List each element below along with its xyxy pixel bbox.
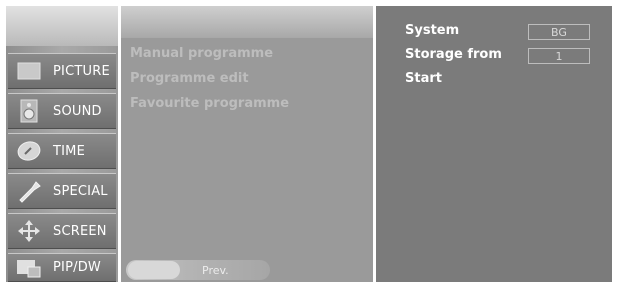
prev-button-knob [128, 261, 180, 279]
sidebar-item-special[interactable]: SPECIAL [8, 173, 116, 209]
system-value-field[interactable]: BG [528, 24, 590, 40]
sidebar-item-label: PIP/DW [53, 260, 101, 275]
time-icon [15, 137, 43, 165]
sidebar-item-label: SOUND [53, 103, 102, 119]
sidebar-item-label: PICTURE [53, 63, 110, 79]
storage-from-label: Storage from [405, 47, 502, 62]
sidebar-header [6, 6, 118, 46]
tv-osd-screen: PICTURE SOUND TIME SPECIAL SCREEN PIP/DW… [0, 0, 618, 284]
sidebar-item-time[interactable]: TIME [8, 133, 116, 169]
prev-button[interactable]: Prev. [126, 260, 270, 280]
sound-icon [15, 97, 43, 125]
menu-panel: Manual programme Programme edit Favourit… [121, 6, 373, 282]
start-button[interactable]: Start [405, 71, 442, 86]
sidebar-item-picture[interactable]: PICTURE [8, 53, 116, 89]
picture-icon [15, 57, 43, 85]
menu-item-manual-programme[interactable]: Manual programme [130, 46, 273, 61]
screen-icon [15, 217, 43, 245]
menu-header [121, 6, 373, 38]
sidebar: PICTURE SOUND TIME SPECIAL SCREEN PIP/DW [6, 6, 118, 282]
special-icon [15, 177, 43, 205]
sidebar-item-pip[interactable]: PIP/DW [8, 253, 116, 282]
sidebar-item-label: SCREEN [53, 223, 107, 239]
pip-icon [15, 254, 43, 282]
sidebar-item-screen[interactable]: SCREEN [8, 213, 116, 249]
system-label: System [405, 23, 460, 38]
storage-from-value-field[interactable]: 1 [528, 48, 590, 64]
sidebar-item-label: TIME [53, 143, 86, 159]
menu-item-programme-edit[interactable]: Programme edit [130, 71, 249, 86]
prev-button-label: Prev. [202, 263, 229, 277]
sidebar-item-sound[interactable]: SOUND [8, 93, 116, 129]
settings-panel: System BG Storage from 1 Start [376, 6, 612, 282]
sidebar-item-label: SPECIAL [53, 183, 108, 199]
menu-item-favourite-programme[interactable]: Favourite programme [130, 96, 289, 111]
